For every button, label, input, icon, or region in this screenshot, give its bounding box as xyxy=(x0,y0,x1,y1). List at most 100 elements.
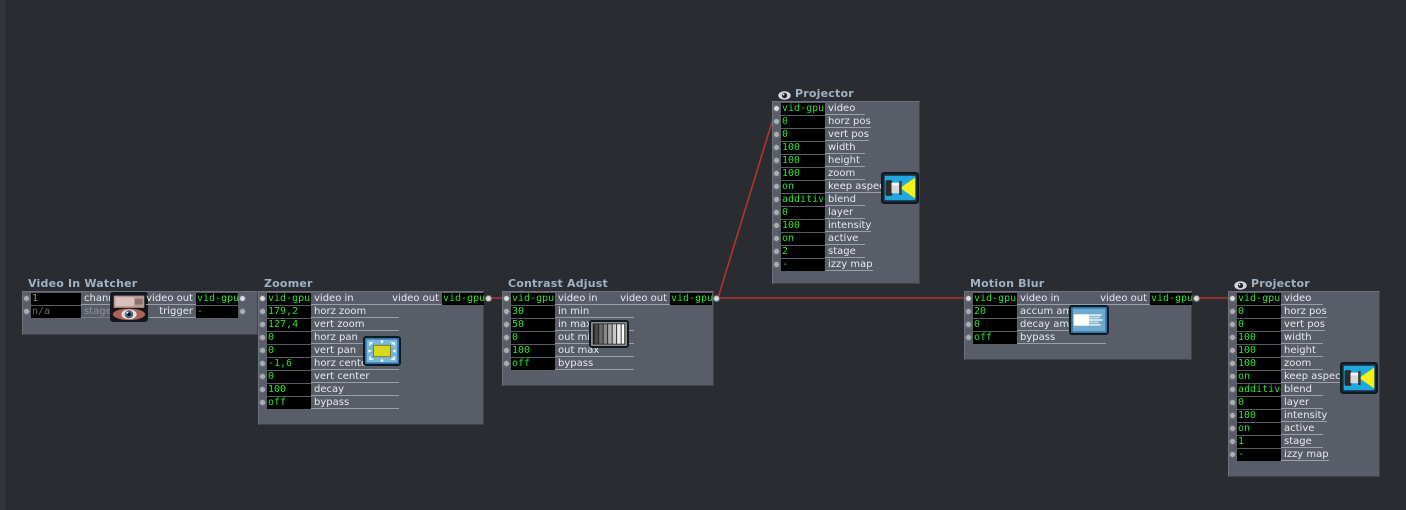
input-port-icon[interactable] xyxy=(965,308,972,315)
input-row-vert-pos[interactable]: 0 vert pos xyxy=(773,128,869,141)
input-row-horz-pos[interactable]: 0 horz pos xyxy=(1229,305,1327,318)
input-value-field[interactable]: 100 xyxy=(1237,357,1281,370)
output-row-video-out[interactable]: video out vid-gpu xyxy=(392,292,492,305)
input-port-icon[interactable] xyxy=(773,248,780,255)
input-port-icon[interactable] xyxy=(23,295,30,302)
input-port-icon[interactable] xyxy=(259,295,266,302)
input-row-width[interactable]: 100 width xyxy=(773,141,865,154)
output-value-field[interactable]: - xyxy=(196,305,238,318)
output-value-field[interactable]: vid-gpu xyxy=(670,292,713,305)
input-value-field[interactable]: off xyxy=(511,357,555,370)
input-port-icon[interactable] xyxy=(1229,321,1236,328)
input-row-intensity[interactable]: 100 intensity xyxy=(773,219,872,232)
input-value-field[interactable]: 100 xyxy=(1237,331,1281,344)
zoom-pan-icon[interactable] xyxy=(363,336,401,366)
input-row-horz-zoom[interactable]: 179,2 horz zoom xyxy=(259,305,399,318)
input-row-zoom[interactable]: 100 zoom xyxy=(773,167,865,180)
input-value-field[interactable]: on xyxy=(781,180,825,193)
input-value-field[interactable]: 100 xyxy=(1237,344,1281,357)
input-port-icon[interactable] xyxy=(965,295,972,302)
input-value-field[interactable]: 1 xyxy=(1237,435,1281,448)
input-row-video[interactable]: vid-gpu video xyxy=(1229,292,1323,305)
input-row-izzy-map[interactable]: - izzy map xyxy=(1229,448,1329,461)
output-port-icon[interactable] xyxy=(239,295,246,302)
output-port-icon[interactable] xyxy=(713,295,720,302)
node-title-motion-blur[interactable]: Motion Blur xyxy=(964,277,1192,291)
input-row-vert-pos[interactable]: 0 vert pos xyxy=(1229,318,1325,331)
input-value-field[interactable]: 100 xyxy=(781,141,825,154)
input-value-field[interactable]: 100 xyxy=(1237,409,1281,422)
output-port-icon[interactable] xyxy=(1193,295,1200,302)
node-title-contrast-adjust[interactable]: Contrast Adjust xyxy=(502,277,714,291)
input-value-field[interactable]: 1 xyxy=(31,292,81,305)
input-port-icon[interactable] xyxy=(503,347,510,354)
input-row-keep-aspect[interactable]: on keep aspect xyxy=(773,180,889,193)
input-value-field[interactable]: off xyxy=(267,396,311,409)
input-row-bypass[interactable]: off bypass xyxy=(259,396,399,409)
input-row-video-in[interactable]: vid-gpu video in xyxy=(503,292,634,305)
input-value-field[interactable]: - xyxy=(1237,448,1281,461)
input-row-height[interactable]: 100 height xyxy=(773,154,865,167)
input-value-field[interactable]: on xyxy=(1237,422,1281,435)
projector-icon[interactable] xyxy=(1340,362,1378,394)
input-port-icon[interactable] xyxy=(773,209,780,216)
input-value-field[interactable]: 0 xyxy=(267,331,311,344)
input-port-icon[interactable] xyxy=(503,360,510,367)
input-row-stage[interactable]: 2 stage xyxy=(773,245,865,258)
input-value-field[interactable]: 0 xyxy=(781,115,825,128)
input-value-field[interactable]: 0 xyxy=(781,128,825,141)
input-row-zoom[interactable]: 100 zoom xyxy=(1229,357,1323,370)
output-value-field[interactable]: vid-gpu xyxy=(1150,292,1193,305)
input-row-video-in[interactable]: vid-gpu video in xyxy=(965,292,1106,305)
input-value-field[interactable]: n/a xyxy=(31,305,81,318)
input-value-field[interactable]: vid-gpu xyxy=(1237,292,1281,305)
input-row-video-in[interactable]: vid-gpu video in xyxy=(259,292,399,305)
input-port-icon[interactable] xyxy=(965,334,972,341)
input-port-icon[interactable] xyxy=(259,386,266,393)
input-port-icon[interactable] xyxy=(259,334,266,341)
eye-icon[interactable] xyxy=(1234,280,1247,290)
contrast-bars-icon[interactable] xyxy=(589,320,629,348)
input-port-icon[interactable] xyxy=(503,295,510,302)
input-value-field[interactable]: 100 xyxy=(781,154,825,167)
input-value-field[interactable]: 0 xyxy=(511,331,555,344)
input-row-stage[interactable]: 1 stage xyxy=(1229,435,1323,448)
input-value-field[interactable]: vid-gpu xyxy=(511,292,555,305)
input-row-layer[interactable]: 0 layer xyxy=(773,206,865,219)
input-row-decay[interactable]: 100 decay xyxy=(259,383,399,396)
output-row-video-out[interactable]: video out vid-gpu xyxy=(620,292,720,305)
input-value-field[interactable]: 179,2 xyxy=(267,305,311,318)
input-port-icon[interactable] xyxy=(23,308,30,315)
input-port-icon[interactable] xyxy=(1229,386,1236,393)
input-row-layer[interactable]: 0 layer xyxy=(1229,396,1323,409)
input-row-vert-zoom[interactable]: 127,4 vert zoom xyxy=(259,318,399,331)
input-value-field[interactable]: vid-gpu xyxy=(781,102,825,115)
input-port-icon[interactable] xyxy=(1229,438,1236,445)
input-port-icon[interactable] xyxy=(773,196,780,203)
input-value-field[interactable]: vid-gpu xyxy=(973,292,1017,305)
input-port-icon[interactable] xyxy=(773,105,780,112)
input-port-icon[interactable] xyxy=(1229,412,1236,419)
input-row-in-min[interactable]: 30 in min xyxy=(503,305,634,318)
input-value-field[interactable]: 2 xyxy=(781,245,825,258)
input-row-video[interactable]: vid-gpu video xyxy=(773,102,865,115)
input-port-icon[interactable] xyxy=(503,321,510,328)
eye-icon[interactable] xyxy=(778,90,791,100)
input-row-active[interactable]: on active xyxy=(773,232,865,245)
input-port-icon[interactable] xyxy=(773,157,780,164)
output-value-field[interactable]: vid-gpu xyxy=(442,292,485,305)
input-row-horz-pos[interactable]: 0 horz pos xyxy=(773,115,871,128)
camera-eye-icon[interactable] xyxy=(110,292,148,322)
input-port-icon[interactable] xyxy=(773,183,780,190)
input-port-icon[interactable] xyxy=(1229,451,1236,458)
input-port-icon[interactable] xyxy=(503,334,510,341)
input-value-field[interactable]: on xyxy=(1237,370,1281,383)
input-port-icon[interactable] xyxy=(259,308,266,315)
input-value-field[interactable]: - xyxy=(781,258,825,271)
input-port-icon[interactable] xyxy=(259,399,266,406)
input-port-icon[interactable] xyxy=(259,347,266,354)
input-port-icon[interactable] xyxy=(259,373,266,380)
input-port-icon[interactable] xyxy=(1229,334,1236,341)
output-row-video-out[interactable]: video out vid-gpu xyxy=(1100,292,1200,305)
input-row-vert-center[interactable]: 0 vert center xyxy=(259,370,399,383)
